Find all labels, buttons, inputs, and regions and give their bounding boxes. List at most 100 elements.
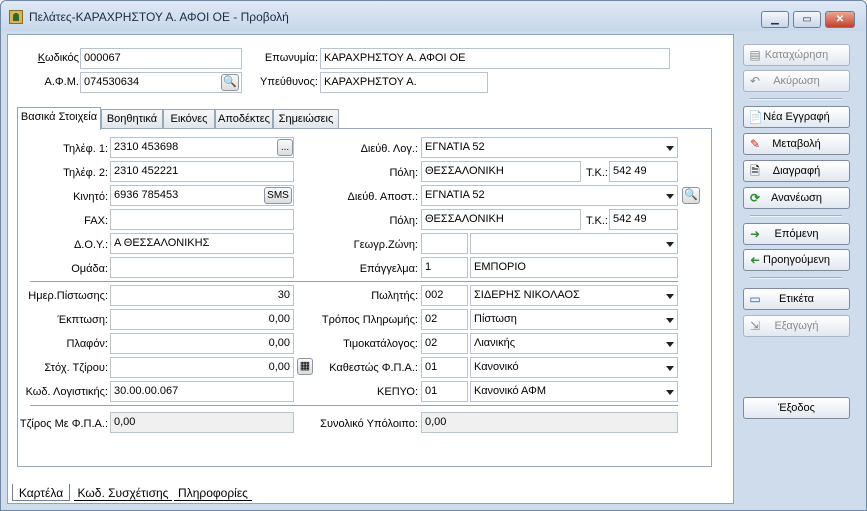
profession-code-field[interactable]: 1 — [421, 257, 468, 278]
delete-button[interactable]: 🗎 Διαγραφή — [743, 160, 850, 182]
bottom-tab-card[interactable]: Καρτέλα — [12, 484, 70, 501]
address-value: ΕΓΝΑΤΙΑ 52 — [425, 141, 485, 153]
phone2-label: Τηλέφ. 2: — [63, 167, 108, 179]
address-combo[interactable]: ΕΓΝΑΤΙΑ 52 — [421, 137, 678, 158]
payment-combo[interactable]: Πίστωση — [470, 309, 678, 330]
edit-button[interactable]: ✎ Μεταβολή — [743, 133, 850, 155]
phone1-more-button[interactable]: ... — [277, 139, 293, 156]
pricelist-code-field[interactable]: 02 — [421, 333, 468, 354]
tab-panel-basic: Τηλέφ. 1: 2310 453698 ... Τηλέφ. 2: 2310… — [17, 128, 712, 467]
salesman-value: ΣΙΔΕΡΗΣ ΝΙΚΟΛΑΟΣ — [474, 289, 580, 301]
vat-status-label: Καθεστώς Φ.Π.Α.: — [329, 362, 418, 374]
group-label: Ομάδα: — [71, 263, 108, 275]
target-turnover-label: Στόχ. Τζίρου: — [44, 362, 108, 374]
afm-field[interactable]: 074530634 — [80, 72, 242, 93]
phone1-field[interactable]: 2310 453698 — [110, 137, 294, 158]
ship-city-field[interactable]: ΘΕΣΣΑΛΟΝΙΚΗ — [421, 209, 581, 230]
mobile-label: Κινητό: — [73, 191, 108, 203]
ship-address-combo[interactable]: ΕΓΝΑΤΙΑ 52 — [421, 185, 678, 206]
city-label: Πόλη: — [389, 167, 418, 179]
tab-notes[interactable]: Σημειώσεις — [273, 109, 339, 129]
ship-zip-field[interactable]: 542 49 — [609, 209, 678, 230]
zip-field[interactable]: 542 49 — [609, 161, 678, 182]
credit-days-field[interactable]: 30 — [110, 285, 294, 306]
minimize-button[interactable]: ▁ — [761, 11, 789, 28]
chevron-down-icon — [666, 366, 674, 371]
tab-recipients[interactable]: Αποδέκτες — [215, 109, 273, 129]
export-button[interactable]: ⇲ Εξαγωγή — [743, 315, 850, 337]
fax-field[interactable] — [110, 209, 294, 230]
bottom-tab-information[interactable]: Πληροφορίες — [174, 484, 252, 501]
app-icon — [9, 10, 23, 24]
application-window: Πελάτες-ΚΑΡΑΧΡΗΣΤΟΥ Α. ΑΦΟΙ ΟΕ - Προβολή… — [0, 0, 867, 511]
group-field[interactable] — [110, 257, 294, 278]
payment-code-field[interactable]: 02 — [421, 309, 468, 330]
turnover-vat-label: Τζίρος Με Φ.Π.Α.: — [19, 418, 108, 430]
ship-zip-label: Τ.Κ.: — [585, 215, 608, 227]
chevron-down-icon — [666, 390, 674, 395]
sidebar-divider — [750, 215, 842, 217]
sms-button[interactable]: SMS — [264, 187, 292, 204]
tab-basic-info[interactable]: Βασικά Στοιχεία — [17, 107, 101, 130]
name-field[interactable]: ΚΑΡΑΧΡΗΣΤΟΥ Α. ΑΦΟΙ ΟΕ — [320, 48, 670, 69]
new-record-button[interactable]: 📄 Νέα Εγγραφή — [743, 106, 850, 128]
tab-auxiliary[interactable]: Βοηθητικά — [101, 109, 163, 129]
delete-icon: 🗎 — [750, 164, 760, 178]
afm-search-icon[interactable]: 🔍 — [221, 74, 239, 91]
doy-field[interactable]: Α ΘΕΣΣΑΛΟΝΙΚΗΣ — [110, 233, 294, 254]
tab-images[interactable]: Εικόνες — [163, 109, 215, 129]
chevron-down-icon — [666, 146, 674, 151]
vat-status-code-field[interactable]: 01 — [421, 357, 468, 378]
window-title: Πελάτες-ΚΑΡΑΧΡΗΣΤΟΥ Α. ΑΦΟΙ ΟΕ - Προβολή — [29, 10, 289, 24]
next-button[interactable]: ➜ Επόμενη — [743, 223, 850, 245]
salesman-code-field[interactable]: 002 — [421, 285, 468, 306]
ship-address-value: ΕΓΝΑΤΙΑ 52 — [425, 189, 485, 201]
fax-label: FAX: — [84, 215, 108, 227]
kepyo-combo[interactable]: Κανονικό ΑΦΜ — [470, 381, 678, 402]
previous-button[interactable]: ➜ Προηγούμενη — [743, 249, 850, 271]
refresh-button[interactable]: ⟳ Ανανέωση — [743, 187, 850, 209]
section-divider — [30, 281, 678, 283]
ship-city-label: Πόλη: — [389, 215, 418, 227]
turnover-vat-field: 0,00 — [110, 412, 294, 433]
title-bar[interactable]: Πελάτες-ΚΑΡΑΧΡΗΣΤΟΥ Α. ΑΦΟΙ ΟΕ - Προβολή… — [1, 1, 866, 31]
edit-icon: ✎ — [749, 137, 761, 151]
ship-address-search-icon[interactable]: 🔍 — [682, 187, 700, 204]
geo-zone-combo[interactable] — [470, 233, 678, 254]
maximize-button[interactable]: ▭ — [793, 11, 821, 28]
label-button[interactable]: ▭ Ετικέτα — [743, 288, 850, 310]
target-turnover-field[interactable]: 0,00 — [110, 357, 294, 378]
phone1-label: Τηλέφ. 1: — [63, 143, 108, 155]
vat-status-value: Κανονικό — [474, 361, 519, 373]
export-icon: ⇲ — [749, 319, 761, 333]
payment-label: Τρόπος Πληρωμής: — [321, 314, 418, 326]
phone2-field[interactable]: 2310 452221 — [110, 161, 294, 182]
pricelist-combo[interactable]: Λιανικής — [470, 333, 678, 354]
ceiling-field[interactable]: 0,00 — [110, 333, 294, 354]
arrow-right-icon: ➜ — [749, 227, 761, 241]
refresh-icon: ⟳ — [749, 191, 761, 205]
discount-field[interactable]: 0,00 — [110, 309, 294, 330]
action-sidebar: ▤ Καταχώρηση ↶ Ακύρωση 📄 Νέα Εγγραφή ✎ Μεταβ… — [736, 34, 862, 504]
code-field[interactable]: 000067 — [80, 48, 242, 69]
chevron-down-icon — [666, 342, 674, 347]
cancel-button[interactable]: ↶ Ακύρωση — [743, 70, 850, 92]
balance-field: 0,00 — [421, 412, 678, 433]
save-button[interactable]: ▤ Καταχώρηση — [743, 44, 850, 66]
close-button[interactable]: ✕ — [825, 11, 855, 28]
responsible-label: Υπεύθυνος: — [260, 76, 318, 88]
account-code-field[interactable]: 30.00.00.067 — [110, 381, 294, 402]
exit-button[interactable]: Έξοδος — [743, 397, 850, 419]
salesman-label: Πωλητής: — [371, 290, 418, 302]
ceiling-label: Πλαφόν: — [66, 338, 108, 350]
responsible-field[interactable]: ΚΑΡΑΧΡΗΣΤΟΥ Α. — [320, 72, 488, 93]
bottom-tab-relation-codes[interactable]: Κωδ. Συσχέτισης — [74, 484, 172, 501]
geo-zone-code-field[interactable] — [421, 233, 468, 254]
city-field[interactable]: ΘΕΣΣΑΛΟΝΙΚΗ — [421, 161, 581, 182]
vat-status-combo[interactable]: Κανονικό — [470, 357, 678, 378]
salesman-combo[interactable]: ΣΙΔΕΡΗΣ ΝΙΚΟΛΑΟΣ — [470, 285, 678, 306]
chevron-down-icon — [666, 318, 674, 323]
kepyo-code-field[interactable]: 01 — [421, 381, 468, 402]
undo-icon: ↶ — [749, 74, 761, 88]
profession-name-field[interactable]: ΕΜΠΟΡΙΟ — [470, 257, 678, 278]
